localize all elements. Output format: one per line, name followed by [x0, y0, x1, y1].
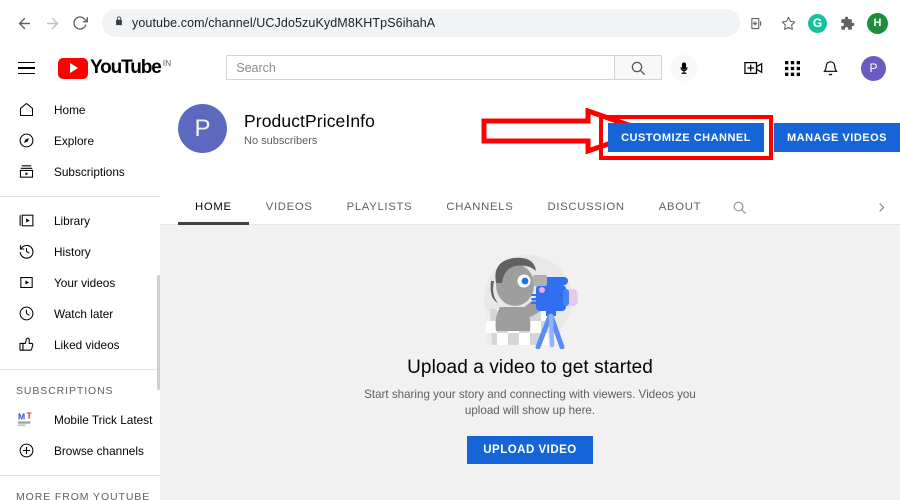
- browser-actions: G H: [746, 12, 890, 34]
- install-app-icon[interactable]: [746, 12, 768, 34]
- youtube-country-code: IN: [162, 57, 172, 68]
- tab-videos[interactable]: VIDEOS: [249, 190, 330, 225]
- sidebar-item-explore[interactable]: Explore: [0, 125, 160, 156]
- channel-header: P ProductPriceInfo No subscribers CUSTOM…: [160, 90, 900, 190]
- browser-toolbar: youtube.com/channel/UCJdo5zuKydM8KHTpS6i…: [0, 0, 900, 46]
- back-arrow-icon[interactable]: [10, 9, 38, 37]
- watch-later-clock-icon: [16, 303, 37, 324]
- plus-circle-icon: [16, 440, 37, 461]
- sidebar-item-watch-later[interactable]: Watch later: [0, 298, 160, 329]
- customize-channel-highlight: CUSTOMIZE CHANNEL: [599, 115, 773, 160]
- sidebar-divider: [0, 475, 160, 476]
- lock-icon: [114, 14, 124, 32]
- tab-channels[interactable]: CHANNELS: [429, 190, 530, 225]
- search-area: Search: [226, 55, 698, 81]
- channel-avatar-letter: P: [194, 114, 211, 142]
- svg-text:M: M: [18, 412, 25, 422]
- sidebar-item-browse-channels[interactable]: Browse channels: [0, 435, 160, 466]
- url-text: youtube.com/channel/UCJdo5zuKydM8KHTpS6i…: [132, 16, 436, 30]
- person-with-video-camera-illustration: [470, 247, 590, 350]
- address-bar[interactable]: youtube.com/channel/UCJdo5zuKydM8KHTpS6i…: [102, 9, 740, 37]
- search-placeholder: Search: [236, 60, 276, 75]
- channel-name: ProductPriceInfo: [244, 110, 375, 131]
- youtube-play-icon: [58, 57, 88, 79]
- thumbs-up-icon: [16, 334, 37, 355]
- voice-search-icon[interactable]: [671, 55, 698, 81]
- create-video-icon[interactable]: [744, 60, 763, 76]
- sidebar-item-your-videos[interactable]: Your videos: [0, 267, 160, 298]
- channel-search-icon[interactable]: [718, 200, 761, 215]
- hamburger-menu-icon[interactable]: [14, 55, 40, 81]
- youtube-apps-grid-icon[interactable]: [785, 60, 800, 76]
- sidebar-item-mobile-trick-latest[interactable]: M T Mobile Trick Latest: [0, 404, 160, 435]
- sidebar-label: Home: [54, 102, 86, 117]
- explore-compass-icon: [16, 130, 37, 151]
- sidebar-item-history[interactable]: History: [0, 236, 160, 267]
- avatar-letter: P: [869, 61, 878, 75]
- tab-about[interactable]: ABOUT: [642, 190, 718, 225]
- screenshot-root: youtube.com/channel/UCJdo5zuKydM8KHTpS6i…: [0, 0, 900, 500]
- library-icon: [16, 210, 37, 231]
- account-avatar[interactable]: P: [861, 55, 886, 81]
- history-clock-icon: [16, 241, 37, 262]
- notifications-bell-icon[interactable]: [822, 60, 839, 77]
- sidebar-label: Mobile Trick Latest: [54, 412, 153, 427]
- channel-meta: ProductPriceInfo No subscribers: [244, 111, 375, 147]
- sidebar-section-more-from-youtube: MORE FROM YOUTUBE: [16, 491, 151, 500]
- browser-profile-avatar[interactable]: H: [867, 12, 888, 34]
- chevron-right-icon[interactable]: [875, 201, 900, 214]
- sidebar-item-liked-videos[interactable]: Liked videos: [0, 329, 160, 360]
- empty-state-description: Start sharing your story and connecting …: [364, 388, 696, 417]
- sidebar-label: Library: [54, 213, 91, 228]
- tab-playlists[interactable]: PLAYLISTS: [330, 190, 430, 225]
- youtube-masthead: YouTube IN Search P: [0, 46, 900, 90]
- sidebar-label: Subscriptions: [54, 164, 125, 179]
- home-icon: [16, 99, 37, 120]
- channel-avatar[interactable]: P: [178, 104, 227, 153]
- channel-tabs: HOME VIDEOS PLAYLISTS CHANNELS DISCUSSIO…: [160, 190, 900, 225]
- sidebar-label: Liked videos: [54, 337, 120, 352]
- forward-arrow-icon[interactable]: [38, 9, 66, 37]
- bookmark-star-icon[interactable]: [777, 12, 799, 34]
- subscriptions-icon: [16, 161, 37, 182]
- reload-icon[interactable]: [66, 9, 94, 37]
- sidebar-label: Browse channels: [54, 443, 144, 458]
- sidebar-label: Explore: [54, 133, 94, 148]
- tab-home[interactable]: HOME: [178, 190, 249, 225]
- sidebar-divider: [0, 196, 160, 197]
- sidebar-label: Watch later: [54, 306, 114, 321]
- masthead-actions: P: [744, 55, 886, 81]
- manage-videos-button[interactable]: MANAGE VIDEOS: [773, 123, 900, 152]
- channel-subscriber-count: No subscribers: [244, 134, 318, 147]
- empty-state: Upload a video to get started Start shar…: [160, 225, 900, 464]
- svg-text:T: T: [27, 411, 33, 421]
- guide-sidebar: Home Explore Subscriptions Library Histo…: [0, 90, 160, 500]
- search-button[interactable]: [614, 55, 663, 80]
- extensions-puzzle-icon[interactable]: [836, 12, 858, 34]
- empty-state-title: Upload a video to get started: [407, 357, 653, 378]
- upload-video-button[interactable]: UPLOAD VIDEO: [467, 436, 593, 464]
- customize-channel-button[interactable]: CUSTOMIZE CHANNEL: [608, 123, 764, 152]
- youtube-wordmark: YouTube: [90, 56, 162, 78]
- sidebar-item-subscriptions[interactable]: Subscriptions: [0, 156, 160, 187]
- grammarly-extension-icon[interactable]: G: [808, 13, 827, 33]
- sidebar-section-subscriptions: SUBSCRIPTIONS: [16, 385, 114, 397]
- sidebar-divider: [0, 369, 160, 370]
- sidebar-label: History: [54, 244, 91, 259]
- sidebar-item-home[interactable]: Home: [0, 94, 160, 125]
- your-videos-icon: [16, 272, 37, 293]
- channel-thumbnail-icon: M T: [16, 409, 37, 430]
- search-input[interactable]: Search: [226, 55, 615, 80]
- channel-page: P ProductPriceInfo No subscribers CUSTOM…: [160, 90, 900, 500]
- channel-action-buttons: CUSTOMIZE CHANNEL MANAGE VIDEOS: [599, 115, 900, 160]
- youtube-logo[interactable]: YouTube IN: [58, 56, 172, 79]
- tab-discussion[interactable]: DISCUSSION: [530, 190, 641, 225]
- sidebar-label: Your videos: [54, 275, 116, 290]
- sidebar-item-library[interactable]: Library: [0, 205, 160, 236]
